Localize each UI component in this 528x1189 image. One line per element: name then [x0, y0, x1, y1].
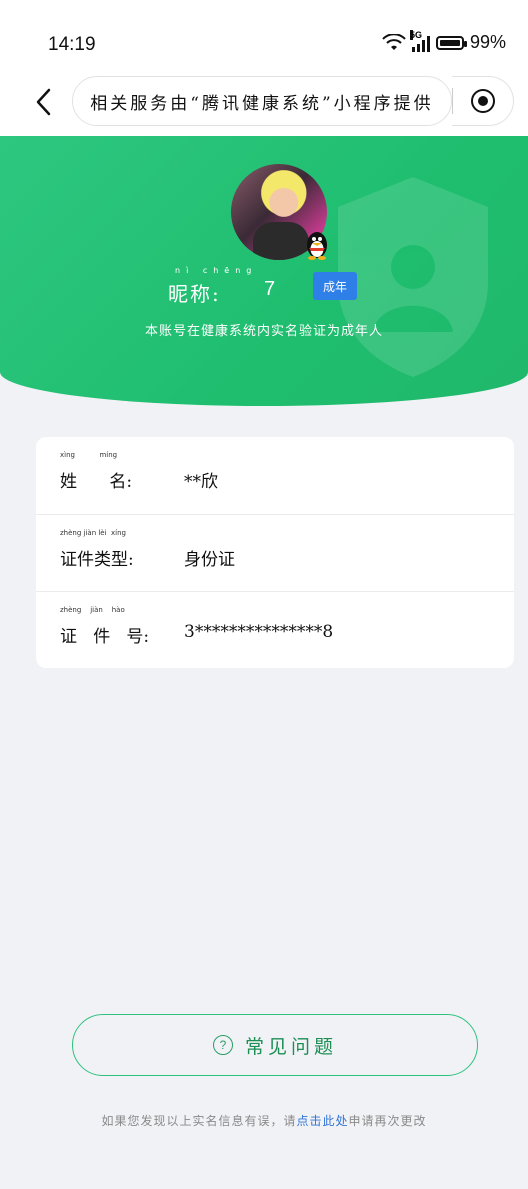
question-icon: ? — [212, 1035, 233, 1055]
nickname-label: 昵称: — [168, 282, 221, 306]
id-type-label: 证件类型: — [60, 550, 134, 570]
battery-icon — [435, 35, 467, 50]
footer-link[interactable]: 点击此处 — [296, 1114, 348, 1128]
id-number-ruby: zhèng jiàn hào — [60, 606, 125, 614]
nav-title: 相关服务由“腾讯健康系统”小程序提供 — [90, 93, 434, 114]
close-target-icon[interactable] — [470, 89, 495, 113]
screen: 14:19 5G 99% 相关服务由“腾讯健康系统”小程序提供 nì chēng… — [0, 0, 528, 1189]
nav-bar: 相关服务由“腾讯健康系统”小程序提供 — [0, 70, 528, 136]
nickname-ruby: nì chēng — [175, 266, 258, 275]
id-number-value: 3***************8 — [184, 622, 334, 642]
name-ruby: xìng míng — [60, 451, 118, 459]
id-type-value: 身份证 — [184, 550, 235, 570]
status-bar: 14:19 5G 99% — [0, 0, 528, 70]
wifi-icon — [382, 33, 406, 50]
id-number-label: 证 件 号: — [60, 627, 150, 647]
nickname-row: nì chēng 昵称: 7 成年 — [0, 266, 528, 308]
back-icon[interactable] — [30, 86, 60, 118]
identity-card: xìng míng 姓 名: **欣 zhèng jiàn lèi xíng 证… — [36, 437, 514, 668]
name-row: xìng míng 姓 名: **欣 — [36, 437, 514, 514]
id-type-row: zhèng jiàn lèi xíng 证件类型: 身份证 — [36, 514, 514, 591]
faq-button[interactable]: ? 常见问题 — [72, 1014, 478, 1076]
qq-penguin-icon — [307, 232, 327, 260]
network-type: 5G — [409, 29, 422, 40]
footer-note: 如果您发现以上实名信息有误，请点击此处申请再次更改 — [0, 1112, 528, 1129]
footer-text-before: 如果您发现以上实名信息有误，请 — [101, 1114, 297, 1128]
id-number-row: zhèng jiàn hào 证 件 号: 3***************8 — [36, 591, 514, 668]
signal-icon: 5G — [409, 29, 430, 52]
faq-label: 常见问题 — [244, 1035, 337, 1058]
id-type-ruby: zhèng jiàn lèi xíng — [60, 529, 126, 537]
name-label: 姓 名: — [60, 472, 133, 492]
status-time: 14:19 — [48, 34, 96, 55]
adult-badge: 成年 — [313, 272, 357, 300]
name-value: **欣 — [184, 472, 218, 492]
nav-title-pill: 相关服务由“腾讯健康系统”小程序提供 — [72, 76, 452, 126]
capsule-menu[interactable] — [452, 76, 514, 126]
verification-note: 本账号在健康系统内实名验证为成年人 — [144, 324, 383, 339]
battery-percent: 99% — [469, 32, 506, 52]
nickname-value: 7 — [264, 278, 276, 300]
footer-text-after: 申请再次更改 — [348, 1114, 427, 1128]
status-icons: 5G 99% — [382, 29, 506, 53]
